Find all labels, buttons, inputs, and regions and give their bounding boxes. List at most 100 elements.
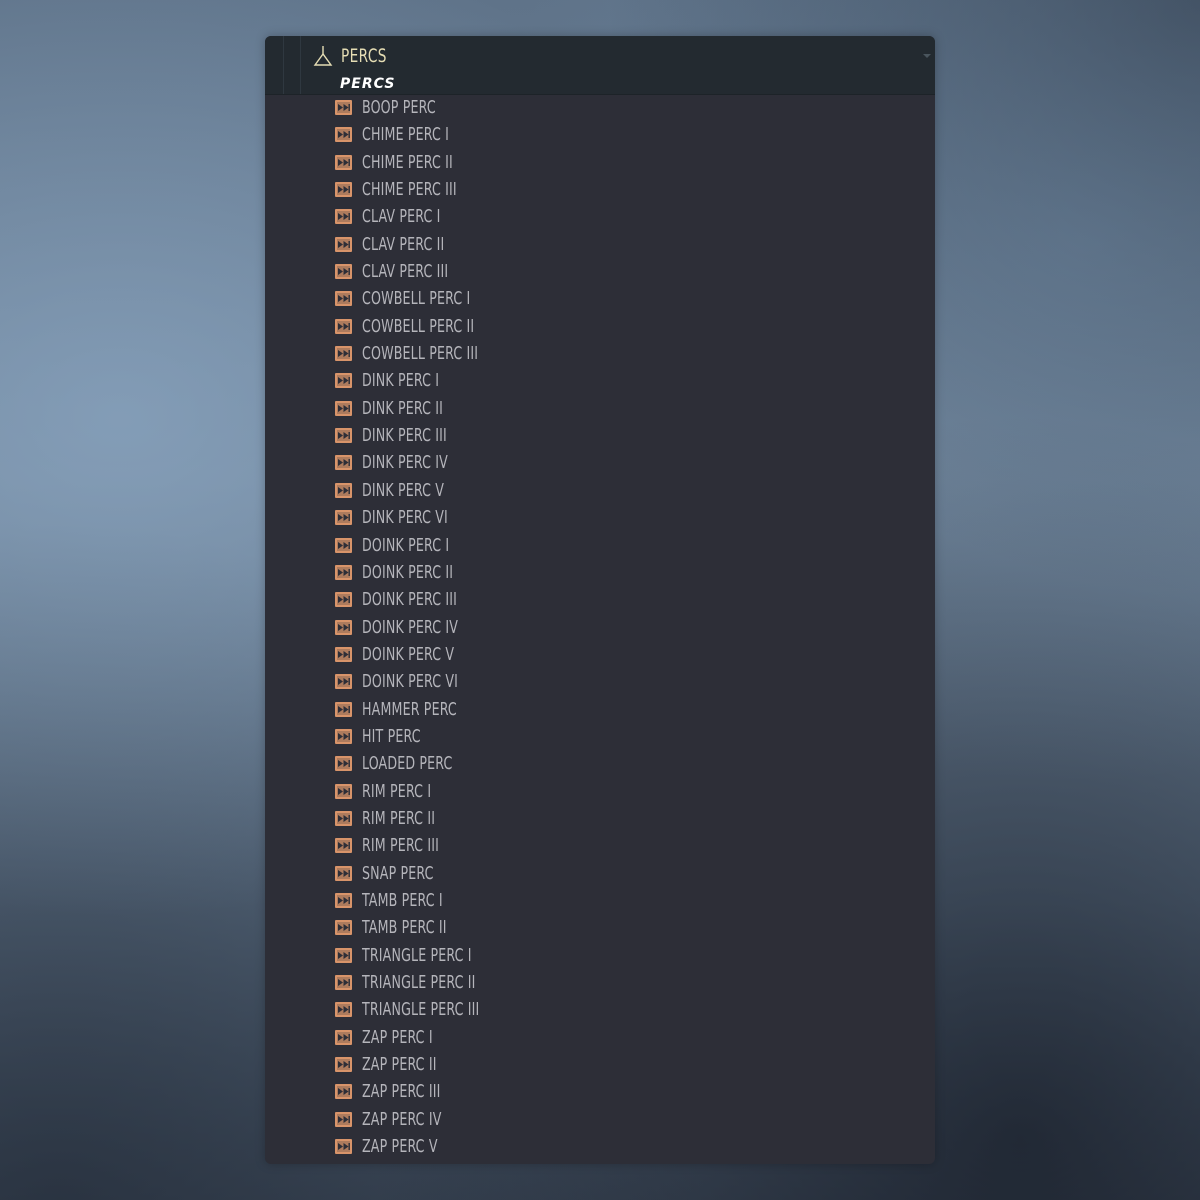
list-item[interactable]: ZAP PERC V bbox=[265, 1133, 935, 1160]
list-item-label: HIT PERC bbox=[362, 725, 421, 747]
audio-file-icon bbox=[335, 947, 352, 963]
audio-file-icon bbox=[335, 510, 352, 526]
folder-row-percs[interactable]: PERCS bbox=[313, 42, 398, 70]
list-item[interactable]: ZAP PERC III bbox=[265, 1078, 935, 1105]
list-item-label: ZAP PERC II bbox=[362, 1054, 437, 1076]
audio-file-icon bbox=[335, 1029, 352, 1045]
audio-file-icon bbox=[335, 236, 352, 252]
list-item-label: DOINK PERC III bbox=[362, 589, 457, 611]
list-item[interactable]: DOINK PERC VI bbox=[265, 668, 935, 695]
list-item[interactable]: DINK PERC IV bbox=[265, 449, 935, 476]
audio-file-icon bbox=[335, 783, 352, 799]
list-item-label: ZAP PERC IV bbox=[362, 1108, 442, 1130]
list-item[interactable]: TRIANGLE PERC III bbox=[265, 996, 935, 1023]
list-item-label: TRIANGLE PERC III bbox=[362, 999, 480, 1021]
list-item-label: COWBELL PERC III bbox=[362, 343, 479, 365]
list-item-label: CHIME PERC III bbox=[362, 179, 457, 201]
audio-file-icon bbox=[335, 619, 352, 635]
list-item[interactable]: RIM PERC II bbox=[265, 805, 935, 832]
audio-file-icon bbox=[335, 154, 352, 170]
audio-file-icon bbox=[335, 701, 352, 717]
collapse-arrow-icon[interactable] bbox=[923, 54, 931, 58]
audio-file-icon bbox=[335, 728, 352, 744]
audio-file-icon bbox=[335, 646, 352, 662]
list-item[interactable]: LOADED PERC bbox=[265, 750, 935, 777]
list-item[interactable]: DINK PERC V bbox=[265, 477, 935, 504]
list-item[interactable]: DINK PERC I bbox=[265, 367, 935, 394]
list-item[interactable]: COWBELL PERC I bbox=[265, 285, 935, 312]
list-item-label: CLAV PERC I bbox=[362, 206, 441, 228]
list-item[interactable]: DOINK PERC I bbox=[265, 532, 935, 559]
list-item[interactable]: DINK PERC III bbox=[265, 422, 935, 449]
list-item[interactable]: DINK PERC VI bbox=[265, 504, 935, 531]
list-item[interactable]: CHIME PERC III bbox=[265, 176, 935, 203]
audio-file-icon bbox=[335, 482, 352, 498]
list-item-label: RIM PERC III bbox=[362, 835, 439, 857]
list-item[interactable]: CHIME PERC II bbox=[265, 149, 935, 176]
audio-file-icon bbox=[335, 592, 352, 608]
list-item[interactable]: DOINK PERC IV bbox=[265, 614, 935, 641]
list-item-label: CHIME PERC I bbox=[362, 124, 450, 146]
list-item-label: BOOP PERC bbox=[362, 97, 436, 118]
audio-file-icon bbox=[335, 920, 352, 936]
audio-file-icon bbox=[335, 291, 352, 307]
list-item-label: DOINK PERC V bbox=[362, 643, 455, 665]
audio-file-icon bbox=[335, 182, 352, 198]
audio-file-icon bbox=[335, 537, 352, 553]
list-item[interactable]: ZAP PERC IV bbox=[265, 1106, 935, 1133]
list-item[interactable]: TAMB PERC II bbox=[265, 914, 935, 941]
list-item[interactable]: DOINK PERC V bbox=[265, 641, 935, 668]
list-item[interactable]: TRIANGLE PERC II bbox=[265, 969, 935, 996]
audio-file-icon bbox=[335, 1002, 352, 1018]
list-item-label: TRIANGLE PERC I bbox=[362, 944, 472, 966]
list-item[interactable]: COWBELL PERC II bbox=[265, 313, 935, 340]
list-item[interactable]: BOOP PERC bbox=[265, 94, 935, 121]
audio-file-icon bbox=[335, 428, 352, 444]
audio-file-icon bbox=[335, 346, 352, 362]
folder-banner: PERCS bbox=[340, 76, 396, 92]
list-item[interactable]: ZAP PERC I bbox=[265, 1024, 935, 1051]
list-item[interactable]: RIM PERC III bbox=[265, 832, 935, 859]
audio-file-icon bbox=[335, 455, 352, 471]
audio-file-icon bbox=[335, 838, 352, 854]
list-item[interactable]: RIM PERC I bbox=[265, 778, 935, 805]
list-item-label: DINK PERC II bbox=[362, 397, 444, 419]
list-item-label: DINK PERC V bbox=[362, 479, 445, 501]
list-item-label: CLAV PERC III bbox=[362, 261, 449, 283]
audio-file-icon bbox=[335, 264, 352, 280]
list-item[interactable]: CHIME PERC I bbox=[265, 121, 935, 148]
audio-file-icon bbox=[335, 564, 352, 580]
audio-file-icon bbox=[335, 318, 352, 334]
list-item-label: DOINK PERC II bbox=[362, 561, 454, 583]
list-item-label: CLAV PERC II bbox=[362, 233, 445, 255]
audio-file-icon bbox=[335, 209, 352, 225]
audio-file-icon bbox=[335, 1084, 352, 1100]
list-item[interactable]: CLAV PERC II bbox=[265, 231, 935, 258]
list-item[interactable]: CLAV PERC I bbox=[265, 203, 935, 230]
list-item-label: ZAP PERC I bbox=[362, 1026, 433, 1048]
audio-file-icon bbox=[335, 127, 352, 143]
browser-panel: PERCS PERCS BOOP PERC CHIME PERC I CHIME… bbox=[265, 36, 935, 1164]
audio-file-icon bbox=[335, 865, 352, 881]
list-item[interactable]: CLAV PERC III bbox=[265, 258, 935, 285]
list-item[interactable]: COWBELL PERC III bbox=[265, 340, 935, 367]
list-item[interactable]: DOINK PERC II bbox=[265, 559, 935, 586]
list-item[interactable]: HAMMER PERC bbox=[265, 696, 935, 723]
audio-file-icon bbox=[335, 373, 352, 389]
list-item[interactable]: TRIANGLE PERC I bbox=[265, 942, 935, 969]
list-item[interactable]: DOINK PERC III bbox=[265, 586, 935, 613]
list-item[interactable]: SNAP PERC bbox=[265, 860, 935, 887]
list-item-label: HAMMER PERC bbox=[362, 698, 457, 720]
list-item[interactable]: TAMB PERC I bbox=[265, 887, 935, 914]
list-item-label: RIM PERC I bbox=[362, 780, 432, 802]
audio-file-icon bbox=[335, 756, 352, 772]
audio-file-icon bbox=[335, 100, 352, 115]
list-item-label: DINK PERC IV bbox=[362, 452, 448, 474]
list-item-label: TAMB PERC I bbox=[362, 889, 443, 911]
audio-file-icon bbox=[335, 400, 352, 416]
list-item[interactable]: ZAP PERC II bbox=[265, 1051, 935, 1078]
list-item-label: DINK PERC I bbox=[362, 370, 440, 392]
list-item[interactable]: HIT PERC bbox=[265, 723, 935, 750]
list-item[interactable]: DINK PERC II bbox=[265, 395, 935, 422]
audio-file-icon bbox=[335, 810, 352, 826]
